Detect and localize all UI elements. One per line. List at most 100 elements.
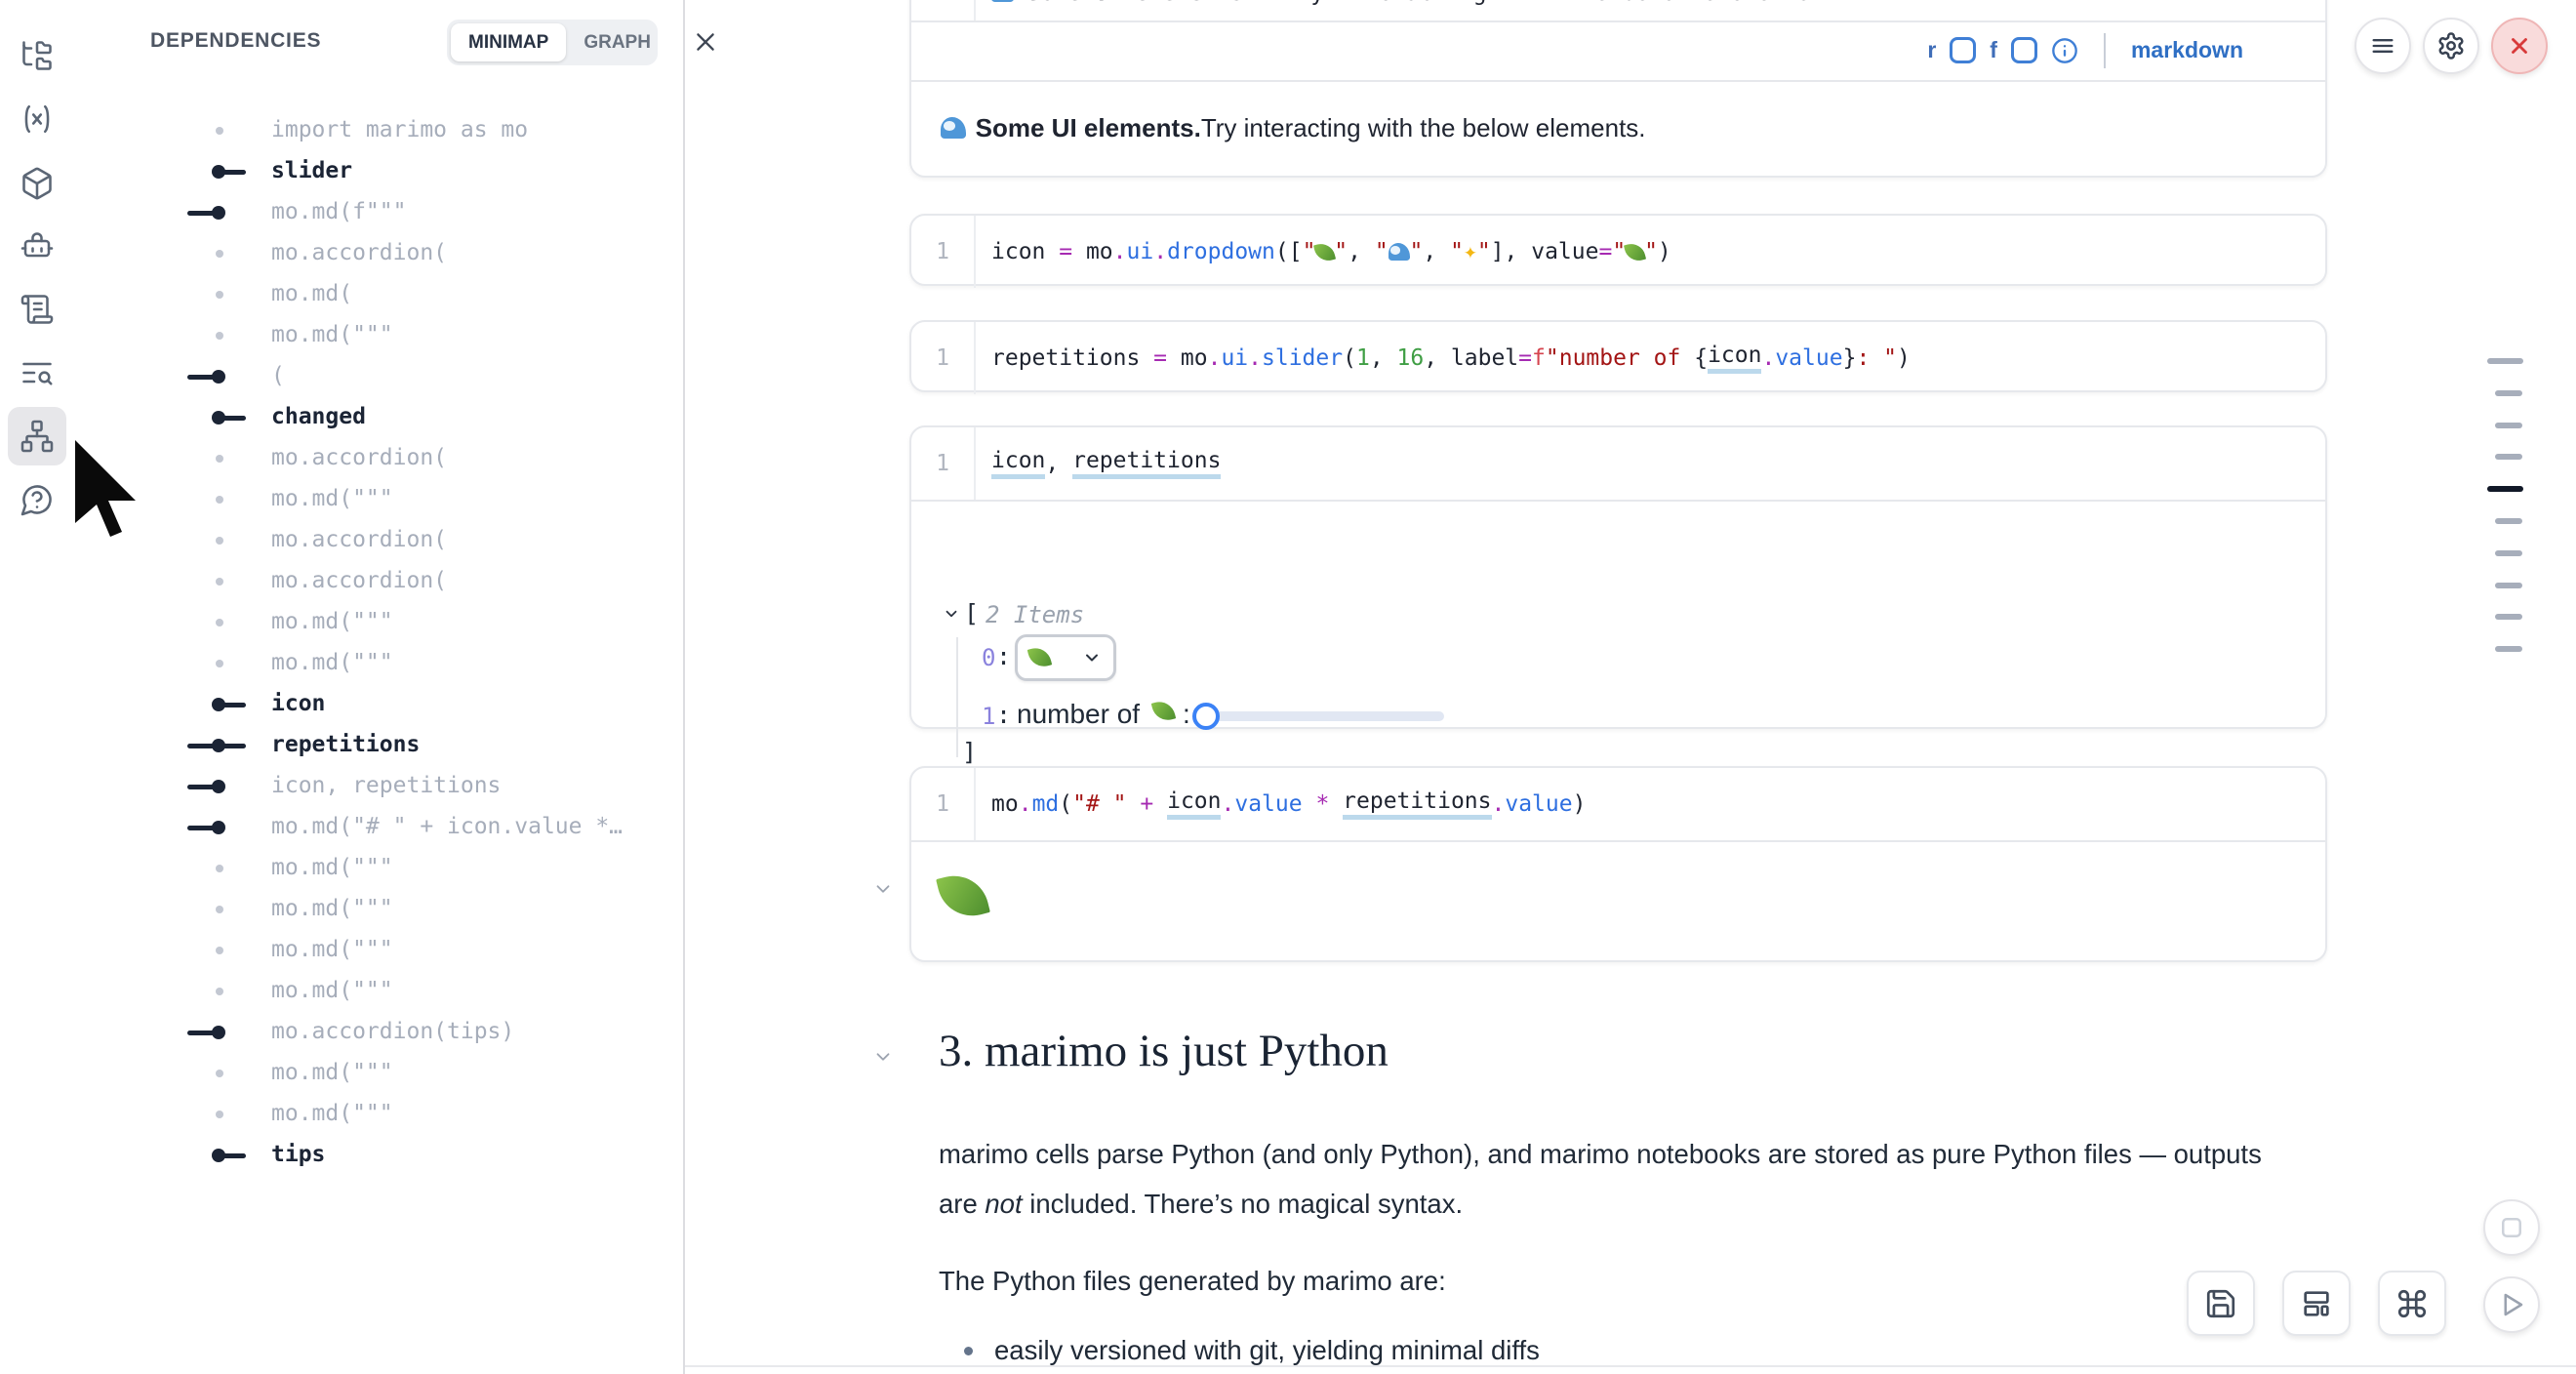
minimap-item[interactable]: mo.md(""": [74, 1053, 679, 1094]
minimap-item[interactable]: mo.md(f""": [74, 192, 679, 233]
minimap-cell-list: import marimo as moslidermo.md(f"""mo.ac…: [74, 110, 679, 1176]
run-button[interactable]: [2483, 1276, 2540, 1333]
minimap-item[interactable]: mo.md(""": [74, 643, 679, 684]
cell-marker-in-icon: [199, 807, 238, 848]
colon: :: [996, 701, 1011, 729]
minimap-item-label: mo.accordion(tips): [271, 1019, 514, 1044]
marimo-notebook-app: DEPENDENCIES MINIMAP GRAPH import marimo…: [0, 0, 2576, 1374]
outline-mark[interactable]: [2495, 454, 2522, 460]
minimap-item[interactable]: mo.md(""": [74, 971, 679, 1012]
close-icon: [693, 29, 718, 55]
tab-graph[interactable]: GRAPH: [566, 23, 668, 61]
outline-mark[interactable]: [2487, 486, 2523, 492]
minimap-item[interactable]: icon: [74, 684, 679, 725]
sidebar-item-ai-assistant[interactable]: [8, 218, 66, 276]
line-number: 1: [911, 322, 976, 394]
layout-button[interactable]: [2282, 1271, 2351, 1336]
settings-button[interactable]: [2423, 18, 2479, 74]
stop-square-icon: [2497, 1213, 2526, 1242]
gutter-divider: [974, 0, 976, 20]
code-editor-line[interactable]: mo.md("# " + icon.value * repetitions.va…: [976, 768, 1586, 840]
minimap-item-label: mo.md(""": [271, 650, 393, 675]
outline-mark[interactable]: [2487, 358, 2523, 364]
minimap-item[interactable]: mo.md(""": [74, 602, 679, 643]
cell-marker-dot-icon: [199, 602, 238, 643]
minimap-item[interactable]: mo.md(""": [74, 479, 679, 520]
minimap-item[interactable]: mo.md(""": [74, 1094, 679, 1135]
language-label[interactable]: markdown: [2131, 37, 2243, 63]
minimap-item[interactable]: mo.md(""": [74, 930, 679, 971]
cell-slider-code: 1 repetitions = mo.ui.slider(1, 16, labe…: [909, 320, 2327, 392]
outline-mark[interactable]: [2495, 550, 2522, 556]
reactive-checkbox[interactable]: [1950, 37, 1976, 63]
minimap-item[interactable]: repetitions: [74, 725, 679, 766]
emphasis-text: not: [985, 1189, 1022, 1219]
keyboard-shortcuts-button[interactable]: [2378, 1271, 2446, 1336]
cell-collapse-chevron-icon[interactable]: [872, 878, 894, 900]
sidebar-item-file-tree[interactable]: [8, 26, 66, 85]
close-x-icon: [2507, 33, 2532, 59]
minimap-item[interactable]: mo.accordion(: [74, 438, 679, 479]
minimap-item-label: repetitions: [271, 732, 420, 757]
md-source-preview[interactable]: Some UI elements. Try interacting with t…: [991, 0, 1825, 6]
minimap-item-label: mo.accordion(: [271, 445, 447, 470]
cell-marker-dot-icon: [199, 110, 238, 151]
minimap-item[interactable]: mo.md(""": [74, 315, 679, 356]
minimap-item[interactable]: (: [74, 356, 679, 397]
minimap-item[interactable]: import marimo as mo: [74, 110, 679, 151]
code-editor-line[interactable]: icon, repetitions: [976, 427, 1221, 500]
sidebar-item-notebook-script[interactable]: [8, 280, 66, 339]
tab-minimap[interactable]: MINIMAP: [451, 23, 566, 61]
notebook-menu-button[interactable]: [2355, 18, 2411, 74]
minimap-item-label: mo.md(""": [271, 855, 393, 880]
shutdown-button[interactable]: [2491, 18, 2548, 74]
sidebar-item-dependencies[interactable]: [8, 407, 66, 465]
robot-icon: [20, 229, 55, 264]
minimap-item[interactable]: mo.accordion(: [74, 520, 679, 561]
minimap-item[interactable]: slider: [74, 151, 679, 192]
panel-close-button[interactable]: [693, 29, 718, 55]
sidebar-item-help[interactable]: [8, 470, 66, 529]
code-editor-line[interactable]: icon = mo.ui.dropdown(["", "", ""], valu…: [976, 216, 1671, 288]
stop-button[interactable]: [2483, 1199, 2540, 1256]
slider-track[interactable]: [1194, 711, 1444, 721]
minimap-item[interactable]: icon, repetitions: [74, 766, 679, 807]
minimap-item-label: mo.md(""": [271, 609, 393, 634]
minimap-item[interactable]: mo.md(""": [74, 848, 679, 889]
next-cell-top-border: [685, 1365, 2576, 1367]
minimap-item[interactable]: mo.md(""": [74, 889, 679, 930]
minimap-item[interactable]: changed: [74, 397, 679, 438]
fstring-checkbox[interactable]: [2011, 37, 2037, 63]
minimap-item[interactable]: tips: [74, 1135, 679, 1176]
cell-marker-dot-icon: [199, 889, 238, 930]
save-button[interactable]: [2187, 1271, 2255, 1336]
minimap-item[interactable]: mo.accordion(: [74, 561, 679, 602]
minimap-item[interactable]: mo.accordion(tips): [74, 1012, 679, 1053]
outline-mark[interactable]: [2495, 390, 2522, 396]
cell-marker-dot-icon: [199, 520, 238, 561]
minimap-item-label: mo.md(""": [271, 322, 393, 347]
gear-icon: [2436, 31, 2466, 61]
sidebar-item-search-list[interactable]: [8, 344, 66, 402]
minimap-item[interactable]: mo.md(: [74, 274, 679, 315]
sidebar-item-variables[interactable]: [8, 90, 66, 148]
info-icon[interactable]: [2051, 37, 2078, 64]
outline-mark[interactable]: [2495, 518, 2522, 524]
slider-label: number of: [1017, 699, 1140, 730]
outline-mark[interactable]: [2495, 646, 2522, 652]
slider-thumb[interactable]: [1192, 703, 1220, 730]
code-editor-line[interactable]: repetitions = mo.ui.slider(1, 16, label=…: [976, 322, 1911, 394]
minimap-item[interactable]: mo.accordion(: [74, 233, 679, 274]
hamburger-menu-icon: [2369, 32, 2396, 60]
cell-marker-dot-icon: [199, 930, 238, 971]
outline-mark[interactable]: [2495, 614, 2522, 620]
sidebar-item-packages[interactable]: [8, 154, 66, 213]
minimap-item-label: mo.accordion(: [271, 527, 447, 552]
section-collapse-chevron-icon[interactable]: [872, 1046, 894, 1068]
dropdown-select[interactable]: [1015, 634, 1116, 681]
minimap-item[interactable]: mo.md("# " + icon.value *…: [74, 807, 679, 848]
outline-mark[interactable]: [2495, 423, 2522, 428]
cell-marker-dot-icon: [199, 643, 238, 684]
collapse-chevron-icon[interactable]: [943, 605, 960, 623]
outline-mark[interactable]: [2495, 583, 2522, 588]
